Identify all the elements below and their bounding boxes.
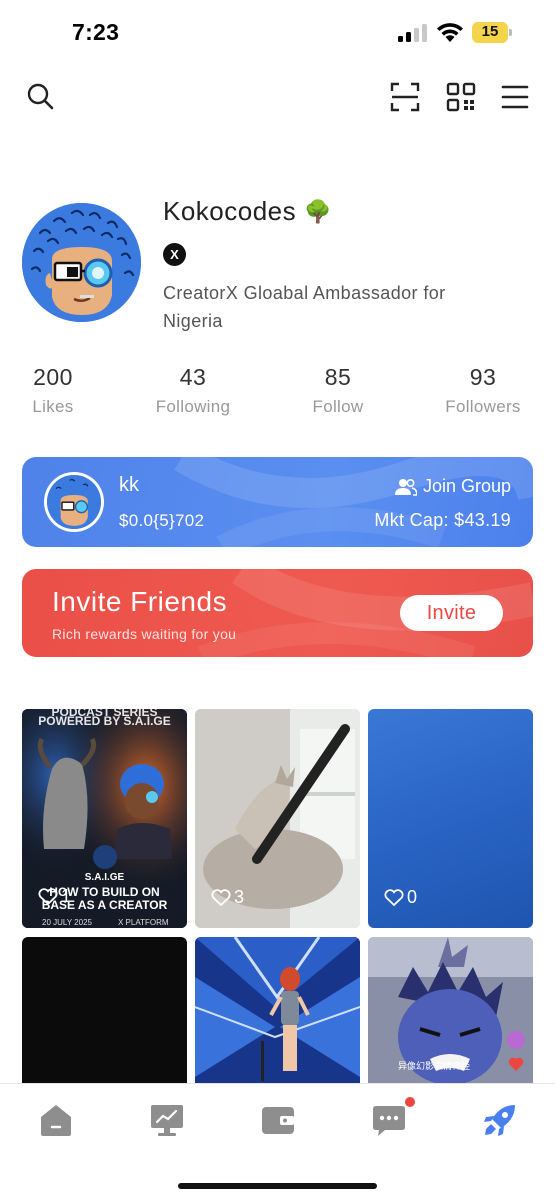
invite-subtitle: Rich rewards waiting for you: [52, 626, 237, 642]
stat-label: Follow: [312, 397, 364, 416]
post-tile[interactable]: 0: [368, 709, 533, 928]
token-avatar: [44, 472, 104, 532]
home-tab[interactable]: [36, 1102, 76, 1138]
messages-tab[interactable]: [369, 1097, 415, 1138]
battery-icon: 15: [472, 22, 512, 43]
post-caption: S.A.I.GE: [84, 872, 125, 883]
home-icon: [41, 1105, 71, 1136]
wallet-tab[interactable]: [258, 1102, 298, 1138]
qr-code-icon[interactable]: [444, 80, 478, 114]
status-bar: 7:23 15: [0, 0, 555, 62]
invite-title: Invite Friends: [52, 586, 228, 617]
post-likes[interactable]: 1: [38, 886, 71, 907]
post-tile[interactable]: 3: [195, 709, 360, 928]
battery-level: 15: [481, 23, 499, 40]
heart-icon: [38, 887, 58, 905]
scan-icon[interactable]: [388, 80, 422, 114]
post-caption: X PLATFORM: [118, 918, 169, 927]
stat-value: 200: [33, 364, 73, 390]
profile-name-row: Kokocodes 🌳: [163, 196, 332, 227]
market-cap: Mkt Cap: $43.19: [374, 510, 511, 530]
signal-icon: [398, 24, 428, 42]
group-icon: [394, 478, 417, 496]
heart-icon: [384, 888, 404, 906]
status-time: 7:23: [72, 19, 120, 45]
post-tile[interactable]: PODCAST SERIES POWERED BY S.A.I.GE S.A.I…: [22, 709, 187, 928]
invite-button[interactable]: Invite: [400, 595, 503, 631]
post-like-count: 1: [61, 886, 72, 906]
stat-likes[interactable]: 200 Likes: [0, 364, 113, 417]
post-like-count: 0: [407, 887, 418, 907]
invite-card[interactable]: Invite Friends Rich rewards waiting for …: [22, 569, 533, 657]
stat-label: Likes: [32, 397, 74, 416]
x-social-icon[interactable]: X: [163, 243, 186, 266]
stat-following[interactable]: 43 Following: [133, 364, 253, 417]
rocket-icon: [484, 1105, 515, 1136]
home-indicator: [178, 1183, 377, 1189]
stat-followers[interactable]: 93 Followers: [423, 364, 543, 417]
search-icon[interactable]: [24, 80, 56, 112]
wallet-icon: [262, 1107, 294, 1134]
token-card[interactable]: kk $0.0{5}702 Join Group Mkt Cap: $43.19: [22, 457, 533, 547]
wifi-icon: [436, 22, 464, 43]
stat-label: Following: [155, 397, 231, 416]
stat-value: 93: [469, 364, 497, 390]
token-name: kk: [119, 474, 139, 496]
token-price: $0.0{5}702: [119, 511, 205, 530]
profile-bio: CreatorX Gloabal Ambassador for Nigeria: [163, 283, 446, 331]
profile-name: Kokocodes: [163, 196, 297, 226]
tree-emoji: 🌳: [304, 198, 332, 224]
stat-value: 85: [324, 364, 352, 390]
post-likes[interactable]: 3: [211, 887, 244, 908]
chart-icon: [151, 1105, 183, 1136]
post-caption: POWERED BY S.A.I.GE: [38, 714, 171, 728]
menu-icon[interactable]: [498, 80, 532, 114]
post-overlay-text: 异像幻影表情神经: [398, 1061, 471, 1071]
notification-badge: [405, 1097, 415, 1107]
post-caption: 20 JULY 2025: [42, 918, 92, 927]
heart-icon: [211, 888, 231, 906]
join-group-button[interactable]: Join Group: [394, 476, 511, 497]
stat-label: Followers: [445, 397, 521, 416]
post-likes[interactable]: 0: [384, 887, 417, 908]
post-like-count: 3: [234, 887, 245, 907]
stat-follow[interactable]: 85 Follow: [278, 364, 398, 417]
profile-avatar[interactable]: [22, 203, 141, 322]
launch-tab[interactable]: [480, 1102, 520, 1138]
chat-icon: [373, 1106, 405, 1136]
market-tab[interactable]: [147, 1102, 187, 1138]
join-group-label: Join Group: [422, 476, 511, 496]
stat-value: 43: [179, 364, 207, 390]
